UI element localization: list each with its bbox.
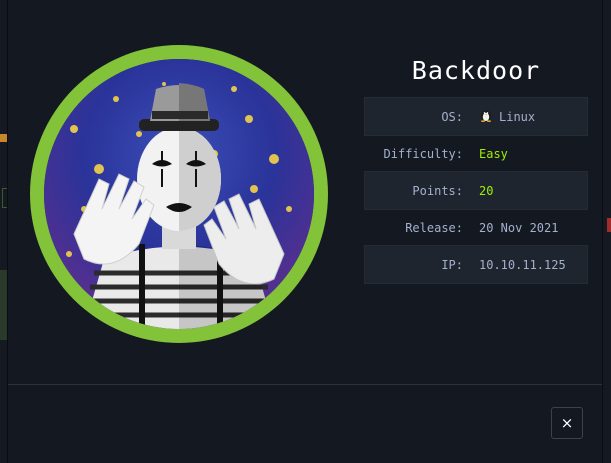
machine-avatar	[30, 45, 328, 343]
info-row-difficulty: Difficulty: Easy	[365, 135, 587, 172]
modal-footer-divider	[8, 384, 602, 385]
release-value: 20 Nov 2021	[479, 220, 559, 235]
release-label: Release:	[405, 220, 463, 235]
mime-artwork	[44, 59, 314, 329]
points-label: Points:	[412, 183, 463, 198]
ip-value[interactable]: 10.10.11.125	[479, 258, 566, 272]
info-row-points: Points: 20	[364, 171, 588, 210]
machine-name-title: Backdoor	[411, 56, 541, 85]
os-value-text: Linux	[499, 109, 536, 124]
info-row-release: Release: 20 Nov 2021	[365, 209, 587, 246]
info-row-os: OS: Linux	[364, 97, 588, 136]
mime-illustration-icon	[44, 59, 314, 329]
ip-label: IP:	[441, 257, 463, 272]
os-value: Linux	[479, 108, 535, 125]
difficulty-label: Difficulty:	[383, 146, 463, 161]
close-button[interactable]: ×	[551, 407, 583, 439]
difficulty-value: Easy	[479, 146, 508, 161]
close-icon: ×	[560, 414, 574, 432]
background-progress-fragment	[0, 134, 8, 142]
machine-info-modal: Backdoor OS: Linux Difficulty: Easy Poin…	[8, 0, 602, 463]
modal-body: Backdoor OS: Linux Difficulty: Easy Poin…	[8, 0, 602, 384]
machine-info-table: OS: Linux Difficulty: Easy Points: 20 Re…	[364, 97, 588, 284]
background-badge-fragment	[607, 218, 611, 232]
background-graph-fragment	[0, 270, 8, 340]
info-row-ip: IP: 10.10.11.125	[364, 245, 588, 284]
linux-penguin-icon	[479, 108, 493, 125]
points-value: 20	[479, 183, 494, 198]
os-label: OS:	[441, 109, 463, 124]
